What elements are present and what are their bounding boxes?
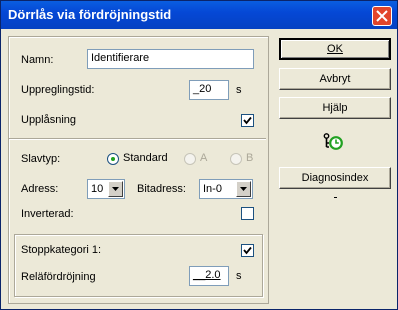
stop-category-checkbox[interactable] [241, 244, 254, 257]
bitaddress-value: In-0 [203, 183, 222, 195]
address-value: 10 [91, 183, 104, 195]
help-button-label: Hjälp [322, 102, 348, 114]
bitaddress-select[interactable]: In-0 [199, 179, 253, 199]
help-button[interactable]: Hjälp [279, 97, 391, 119]
radio-b-label: B [246, 152, 254, 164]
inverted-checkbox[interactable] [241, 207, 254, 220]
radio-a-label: A [200, 152, 208, 164]
diagnostics-button[interactable]: Diagnosindex [279, 167, 391, 189]
repeat-time-value: _20 [193, 83, 212, 95]
title-bar[interactable]: Dörrlås via fördröjningstid [1, 1, 397, 29]
dropdown-button[interactable] [108, 181, 123, 197]
close-button[interactable] [372, 6, 392, 26]
diagnostics-button-label: Diagnosindex [301, 172, 369, 184]
relay-delay-unit: s [236, 270, 242, 282]
relay-delay-value: __2.0 [193, 269, 221, 281]
checkmark-icon [243, 116, 252, 125]
relay-delay-label: Reläfördröjning [21, 271, 96, 283]
cancel-button-label: Avbryt [319, 73, 351, 85]
unlock-checkbox[interactable] [241, 114, 254, 127]
close-icon [376, 10, 388, 22]
address-select[interactable]: 10 [87, 179, 125, 199]
cancel-button[interactable]: Avbryt [279, 68, 391, 90]
inverted-label: Inverterad: [21, 208, 74, 220]
dropdown-button[interactable] [236, 181, 251, 197]
stop-category-label: Stoppkategori 1: [21, 244, 102, 256]
checkmark-icon [243, 246, 252, 255]
address-label: Adress: [21, 183, 59, 195]
io-timer-icon [323, 132, 343, 152]
dialog-window: Dörrlås via fördröjningstid Namn: Identi… [0, 0, 398, 310]
ok-button-label: OK [327, 43, 343, 55]
radio-a[interactable] [184, 153, 196, 165]
name-value: Identifierare [91, 52, 150, 64]
relay-delay-field[interactable]: __2.0 [189, 266, 229, 286]
bitaddress-label: Bitadress: [137, 183, 186, 195]
radio-standard[interactable] [107, 153, 119, 165]
repeat-time-unit: s [236, 84, 242, 96]
radio-standard-label: Standard [123, 152, 168, 164]
slave-type-label: Slavtyp: [21, 153, 61, 165]
radio-b[interactable] [230, 153, 242, 165]
name-label: Namn: [21, 54, 54, 66]
unlock-label: Upplåsning [21, 114, 77, 126]
repeat-time-label: Uppreglingstid: [21, 84, 95, 96]
repeat-time-field[interactable]: _20 [189, 80, 229, 100]
focus-mark [334, 197, 337, 198]
ok-button[interactable]: OK [279, 38, 391, 60]
divider [9, 138, 266, 140]
name-field[interactable]: Identifierare [87, 49, 254, 69]
window-title: Dörrlås via fördröjningstid [8, 7, 172, 22]
chevron-down-icon [112, 187, 119, 191]
chevron-down-icon [240, 187, 247, 191]
